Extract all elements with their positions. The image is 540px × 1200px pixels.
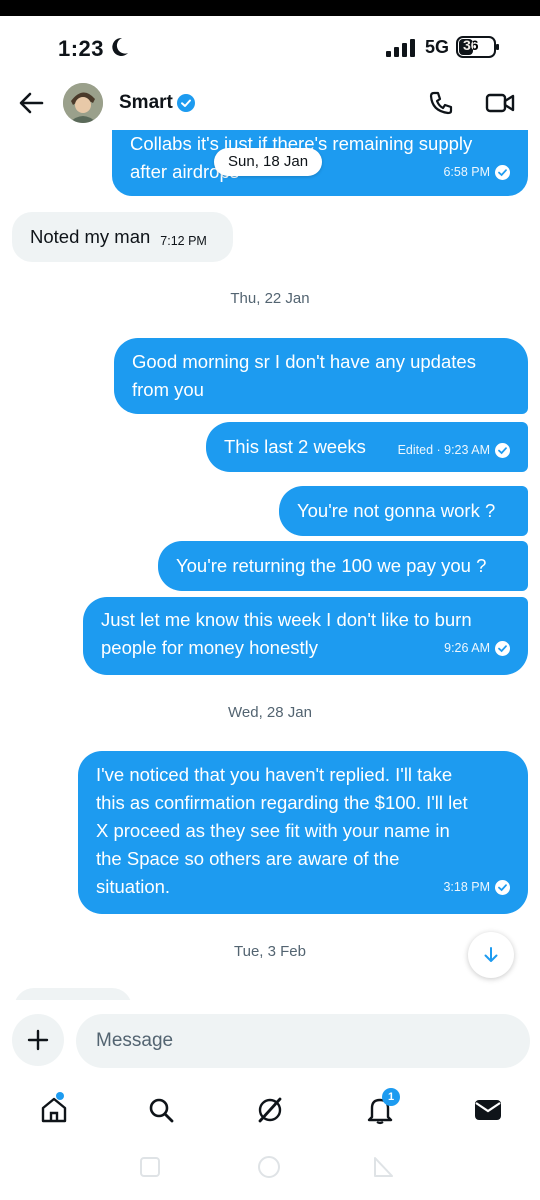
system-navigation-bar [0, 1150, 540, 1200]
message-meta: 9:26 AM [444, 634, 510, 662]
message-time: 6:58 PM [443, 165, 490, 179]
date-separator: Tue, 3 Feb [234, 943, 306, 960]
message-meta: Edited · 9:23 AM [398, 436, 510, 464]
message-list[interactable]: Collabs it's just if there's remaining s… [0, 130, 540, 1000]
message-text: Good morning sr I don't have any updates [132, 351, 476, 372]
message-text: Just let me know this week I don't like … [101, 609, 472, 630]
read-check-icon [495, 164, 510, 180]
message-text: This last 2 weeks [224, 436, 366, 457]
message-bubble-outgoing[interactable]: I've noticed that you haven't replied. I… [78, 751, 528, 914]
message-bubble-incoming[interactable]: Noted my man 7:12 PM [12, 212, 233, 262]
search-icon [149, 1098, 174, 1123]
bottom-navigation: 1 [0, 1082, 540, 1142]
grok-icon [258, 1097, 282, 1123]
message-bubble-outgoing[interactable]: You're not gonna work ? [279, 486, 528, 536]
plus-icon [27, 1029, 49, 1051]
nav-notifications[interactable]: 1 [362, 1088, 400, 1128]
nav-messages[interactable] [470, 1092, 506, 1128]
video-call-icon[interactable] [485, 91, 515, 115]
status-time: 1:23 [58, 36, 105, 61]
message-text: You're returning the 100 we pay you ? [176, 555, 487, 576]
system-nav-icons [140, 1156, 393, 1178]
message-text: this as confirmation regarding the $100.… [96, 792, 468, 813]
home-unread-dot [56, 1092, 64, 1100]
message-time: 7:12 PM [160, 234, 207, 248]
message-text: I've noticed that you haven't replied. I… [96, 764, 453, 785]
message-text: from you [132, 379, 204, 400]
nav-home[interactable] [36, 1092, 72, 1128]
message-text: Noted my man [30, 226, 151, 247]
message-bubble-outgoing[interactable]: Just let me know this week I don't like … [83, 597, 528, 675]
read-check-icon [495, 640, 510, 656]
battery-level: 36 [463, 37, 479, 53]
arrow-down-icon [484, 947, 498, 962]
conversation-header: Smart [0, 78, 540, 132]
back-arrow-icon[interactable] [18, 90, 44, 116]
read-check-icon [495, 442, 510, 458]
message-text: X proceed as they see fit with your name… [96, 820, 450, 841]
avatar[interactable] [63, 83, 103, 123]
message-composer [0, 1008, 540, 1078]
date-separator: Thu, 22 Jan [230, 290, 310, 307]
nav-grok[interactable] [252, 1092, 288, 1128]
message-status: Edited · 9:23 AM [397, 443, 490, 457]
signal-icon [386, 39, 415, 57]
message-time: 9:26 AM [444, 641, 490, 655]
message-text: people for money honestly [101, 637, 318, 658]
message-text: the Space so others are aware of the [96, 848, 400, 869]
envelope-icon [475, 1100, 501, 1120]
status-bar: 1:23 5G 36 [0, 16, 540, 78]
message-input[interactable] [76, 1014, 530, 1068]
message-bubble-outgoing[interactable]: This last 2 weeks Edited · 9:23 AM [206, 422, 528, 472]
message-time: 3:18 PM [443, 880, 490, 894]
scroll-to-bottom-button[interactable] [468, 932, 514, 978]
message-meta: 3:18 PM [443, 873, 510, 901]
read-check-icon [495, 879, 510, 895]
date-separator: Wed, 28 Jan [228, 704, 312, 721]
network-label: 5G [425, 37, 450, 57]
contact-name[interactable]: Smart [119, 92, 173, 114]
verified-badge-icon [177, 94, 195, 112]
nav-search[interactable] [143, 1092, 179, 1128]
message-bubble-outgoing[interactable]: Good morning sr I don't have any updates… [114, 338, 528, 414]
message-bubble-incoming-partial[interactable] [14, 988, 132, 1000]
message-meta: 6:58 PM [443, 158, 510, 186]
phone-call-icon[interactable] [428, 90, 454, 116]
add-attachment-button[interactable] [12, 1014, 64, 1066]
floating-date-pill: Sun, 18 Jan [214, 148, 323, 176]
message-text: situation. [96, 876, 171, 897]
message-text: You're not gonna work ? [297, 500, 496, 521]
message-bubble-outgoing[interactable]: You're returning the 100 we pay you ? [158, 541, 528, 591]
home-icon [41, 1097, 67, 1123]
notification-count-badge: 1 [382, 1088, 400, 1106]
top-black-bar [0, 0, 540, 16]
moon-icon [112, 37, 128, 56]
